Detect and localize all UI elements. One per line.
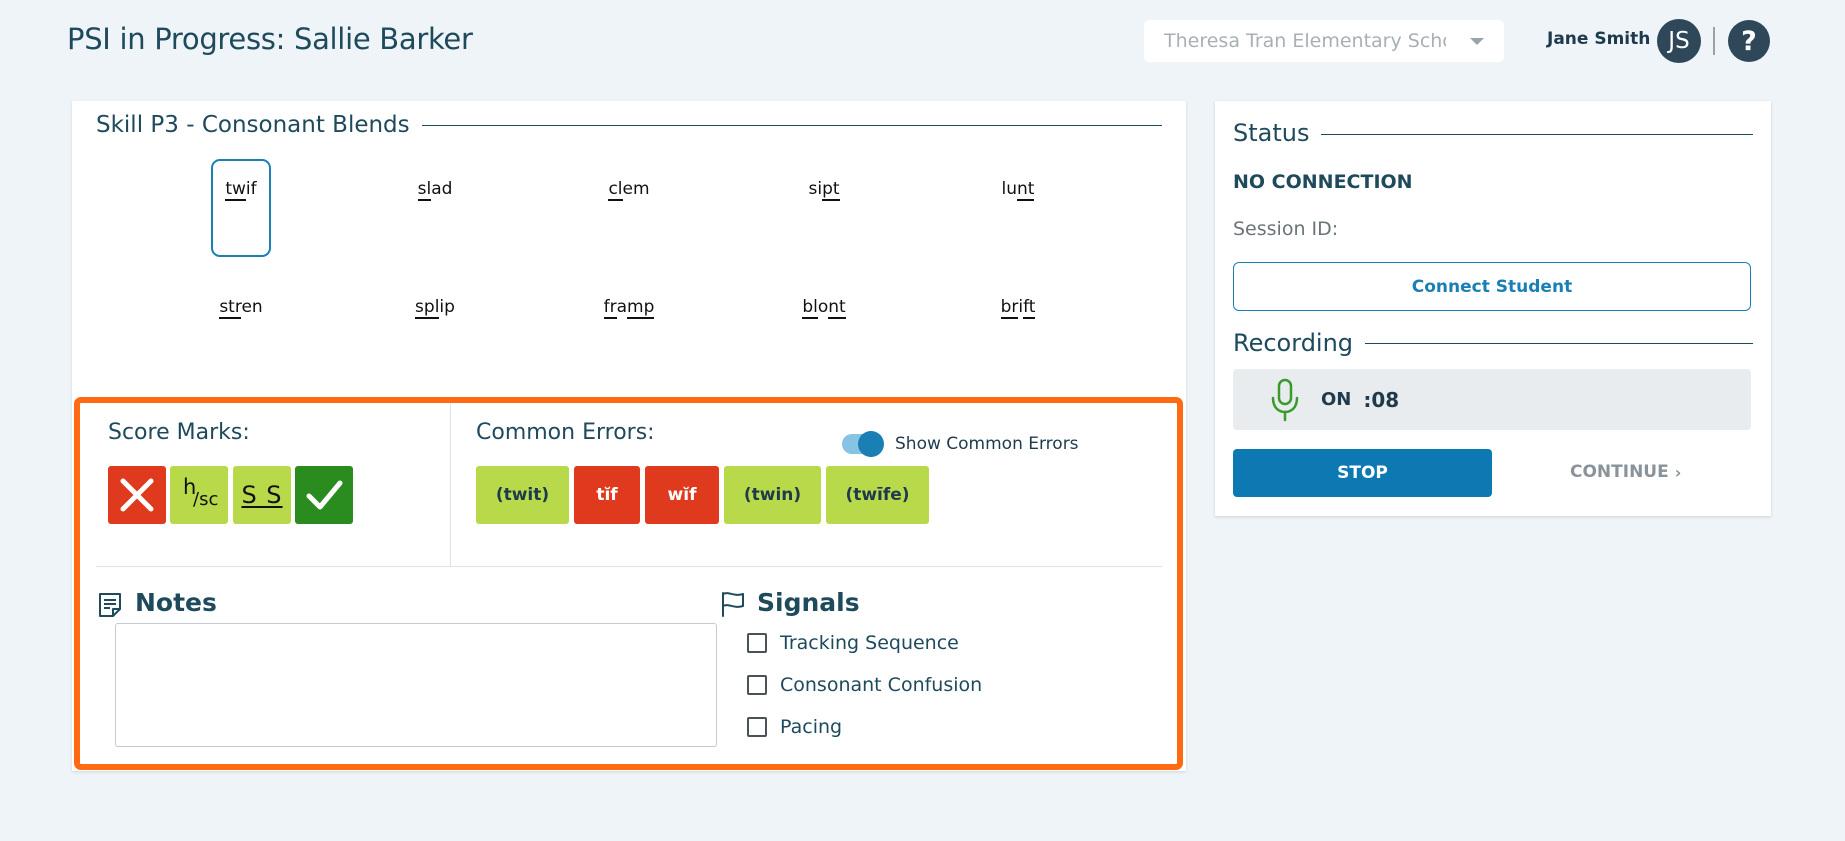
word-segment: a	[616, 297, 628, 317]
recording-bar: ON :08	[1233, 369, 1751, 430]
continue-label: CONTINUE	[1570, 462, 1669, 482]
signal-pacing[interactable]: Pacing	[747, 716, 842, 738]
word-segment: ft	[1023, 297, 1036, 319]
word-segment: br	[1000, 297, 1019, 319]
school-select[interactable]: Theresa Tran Elementary School	[1144, 20, 1504, 62]
word-card[interactable]: blont	[794, 277, 854, 375]
header-divider	[1713, 27, 1715, 55]
signal-checkbox[interactable]	[747, 717, 767, 737]
word-segment: sl	[417, 179, 432, 201]
signal-label: Pacing	[780, 716, 843, 738]
notes-input[interactable]	[115, 623, 717, 747]
signal-checkbox[interactable]	[747, 675, 767, 695]
x-icon	[120, 478, 154, 512]
word-segment: o	[817, 297, 829, 317]
word-card[interactable]: framp	[599, 277, 659, 375]
session-id-label: Session ID:	[1233, 218, 1339, 240]
recording-state: ON	[1321, 389, 1352, 410]
flag-icon	[722, 592, 744, 617]
section-divider-horizontal	[96, 566, 1162, 567]
signal-consonant-confusion[interactable]: Consonant Confusion	[747, 674, 982, 696]
stop-button[interactable]: STOP	[1233, 449, 1492, 497]
sound-by-sound-label: S S	[241, 481, 283, 509]
common-errors-label: Common Errors:	[476, 420, 655, 445]
word-card[interactable]: slad	[405, 159, 465, 257]
toggle-knob	[858, 431, 884, 457]
incorrect-mark-button[interactable]	[108, 466, 166, 524]
word-segment: lu	[1001, 179, 1018, 199]
word-card[interactable]: splip	[405, 277, 465, 375]
status-panel: Status NO CONNECTION Session ID: Connect…	[1215, 101, 1771, 516]
show-common-errors-toggle[interactable]	[842, 431, 884, 457]
word-card[interactable]: brift	[988, 277, 1048, 375]
school-select-value: Theresa Tran Elementary School	[1164, 30, 1446, 52]
page-title: PSI in Progress: Sallie Barker	[67, 22, 473, 56]
word-segment: em	[622, 179, 650, 199]
connection-status: NO CONNECTION	[1233, 171, 1413, 193]
self-correct-sc: /sc	[193, 489, 219, 510]
status-title: Status	[1233, 119, 1322, 147]
check-icon	[306, 480, 343, 510]
score-marks-label: Score Marks:	[108, 420, 250, 445]
word-segment: if	[245, 179, 257, 199]
common-error-button[interactable]: tĭf	[574, 466, 640, 524]
self-correct-glyph: h /sc	[179, 475, 219, 515]
word-card[interactable]: twif	[211, 159, 271, 257]
signals-label: Signals	[757, 588, 860, 617]
common-error-button[interactable]: (twit)	[476, 466, 569, 524]
help-button[interactable]: ?	[1728, 20, 1770, 62]
skill-title: Skill P3 - Consonant Blends	[96, 112, 422, 138]
signal-label: Consonant Confusion	[780, 674, 983, 696]
word-segment: ip	[439, 297, 455, 317]
avatar[interactable]: JS	[1657, 19, 1701, 63]
word-card[interactable]: clem	[599, 159, 659, 257]
word-segment: fr	[603, 297, 617, 319]
recording-title: Recording	[1233, 329, 1366, 357]
word-segment: pt	[822, 179, 840, 201]
self-correct-mark-button[interactable]: h /sc	[170, 466, 228, 524]
word-segment: tw	[225, 179, 246, 201]
signal-label: Tracking Sequence	[780, 632, 959, 654]
word-card[interactable]: lunt	[988, 159, 1048, 257]
microphone-icon	[1271, 378, 1299, 421]
chevron-down-icon	[1470, 37, 1484, 45]
section-divider-vertical	[450, 403, 451, 567]
common-error-button[interactable]: (twin)	[724, 466, 821, 524]
word-segment: si	[808, 179, 823, 199]
common-error-button[interactable]: wĭf	[645, 466, 719, 524]
word-segment: cl	[608, 179, 623, 201]
correct-mark-button[interactable]	[295, 466, 353, 524]
word-segment: ad	[431, 179, 453, 199]
word-segment: mp	[627, 297, 655, 319]
notes-label: Notes	[135, 588, 217, 617]
signal-checkbox[interactable]	[747, 633, 767, 653]
user-name: Jane Smith	[1547, 29, 1651, 49]
continue-button[interactable]: CONTINUE ›	[1570, 462, 1681, 482]
word-card[interactable]: sipt	[794, 159, 854, 257]
show-common-errors-label: Show Common Errors	[895, 434, 1079, 454]
word-segment: nt	[1017, 179, 1035, 201]
recording-time: :08	[1363, 387, 1400, 412]
word-segment: bl	[802, 297, 818, 319]
word-card[interactable]: stren	[211, 277, 271, 375]
word-segment: nt	[828, 297, 846, 319]
notes-icon	[99, 593, 121, 617]
common-error-button[interactable]: (twīfe)	[826, 466, 929, 524]
word-segment: str	[219, 297, 242, 319]
chevron-right-icon: ›	[1674, 462, 1682, 482]
word-segment: en	[241, 297, 263, 317]
sound-by-sound-mark-button[interactable]: S S	[233, 466, 291, 524]
connect-student-button[interactable]: Connect Student	[1233, 262, 1751, 311]
signal-tracking-sequence[interactable]: Tracking Sequence	[747, 632, 959, 654]
word-segment: spl	[415, 297, 440, 319]
